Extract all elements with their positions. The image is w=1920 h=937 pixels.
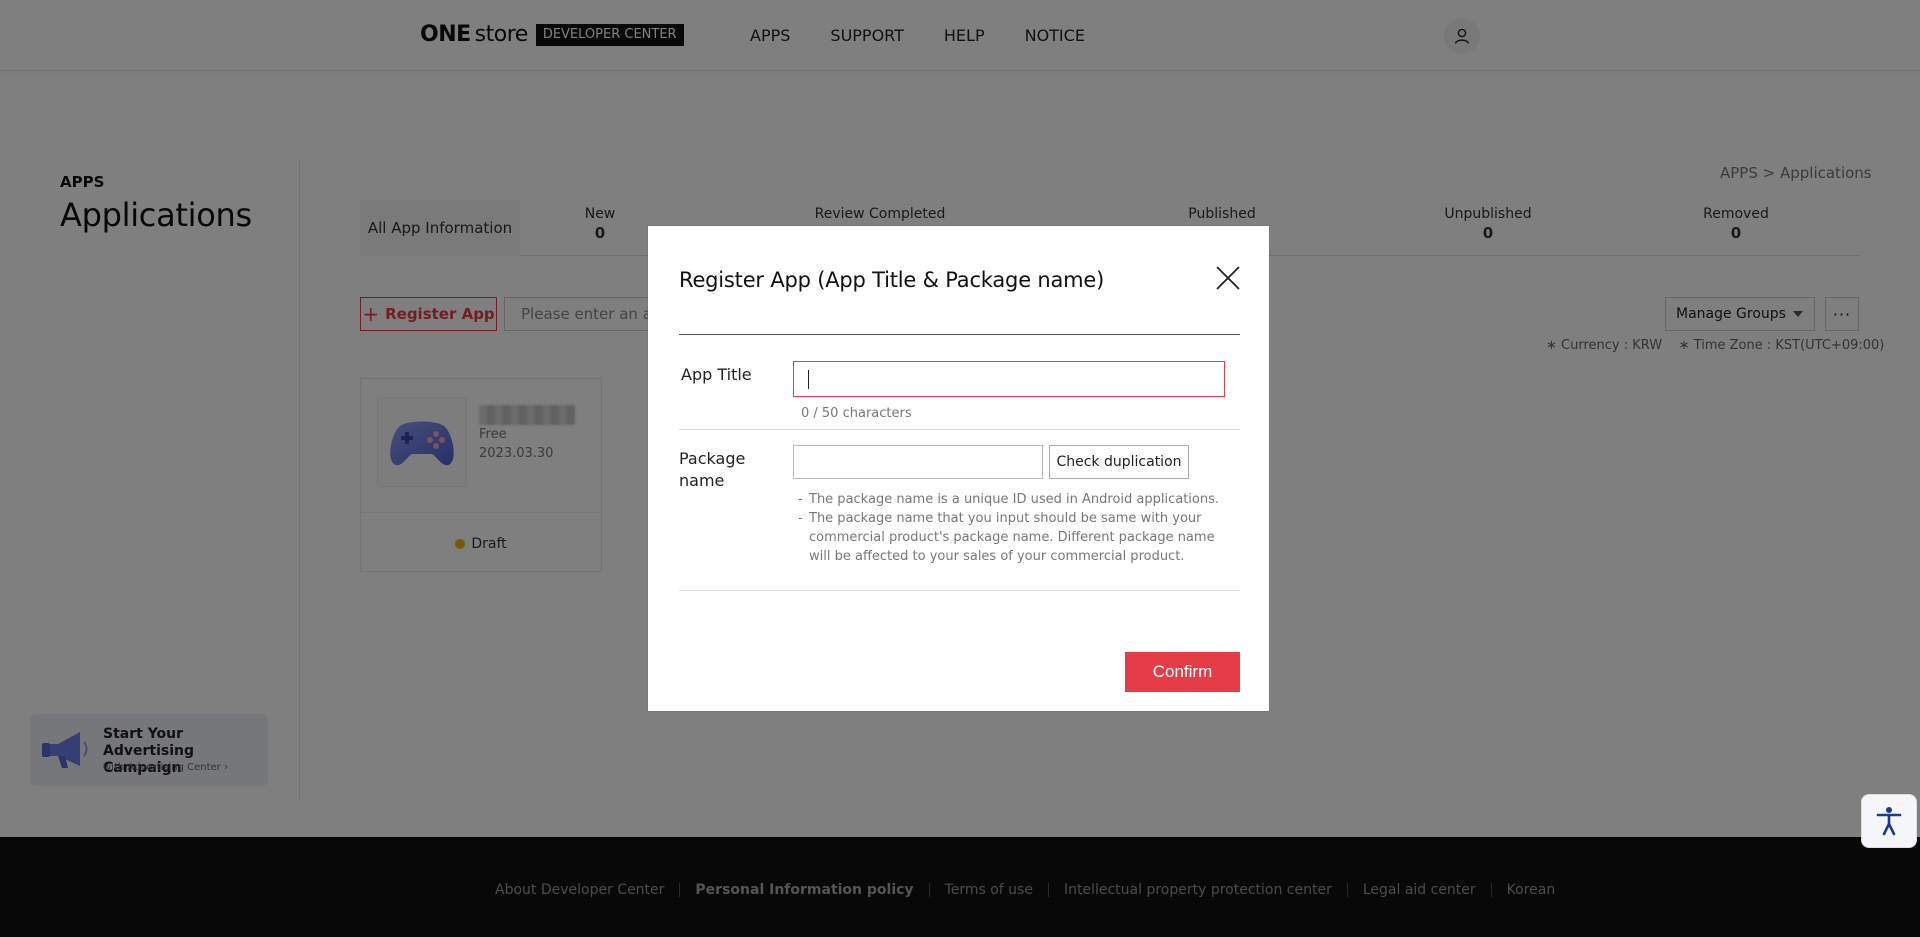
note-item: The package name that you input should b… [798,509,1228,566]
check-duplication-button[interactable]: Check duplication [1049,445,1189,479]
accessibility-icon [1876,807,1902,836]
accessibility-button[interactable] [1861,794,1917,848]
package-label-line1: Package [679,449,746,468]
modal-title: Register App (App Title & Package name) [679,268,1105,292]
text-caret [808,370,809,389]
app-title-input[interactable] [793,361,1225,397]
package-name-notes: The package name is a unique ID used in … [798,490,1228,566]
confirm-button[interactable]: Confirm [1125,652,1240,692]
row-divider [679,429,1240,430]
package-name-input[interactable] [793,445,1043,479]
note-item: The package name is a unique ID used in … [798,490,1228,509]
char-counter: 0 / 50 characters [801,406,912,421]
modal-body: Register App (App Title & Package name) … [668,246,1251,703]
package-name-label: Package name [679,448,745,492]
close-icon[interactable] [1214,264,1242,292]
register-app-modal: Register App (App Title & Package name) … [648,226,1269,711]
row-divider [679,590,1240,591]
app-title-label: App Title [681,365,752,384]
package-label-line2: name [679,471,725,490]
modal-header-rule [679,334,1240,335]
